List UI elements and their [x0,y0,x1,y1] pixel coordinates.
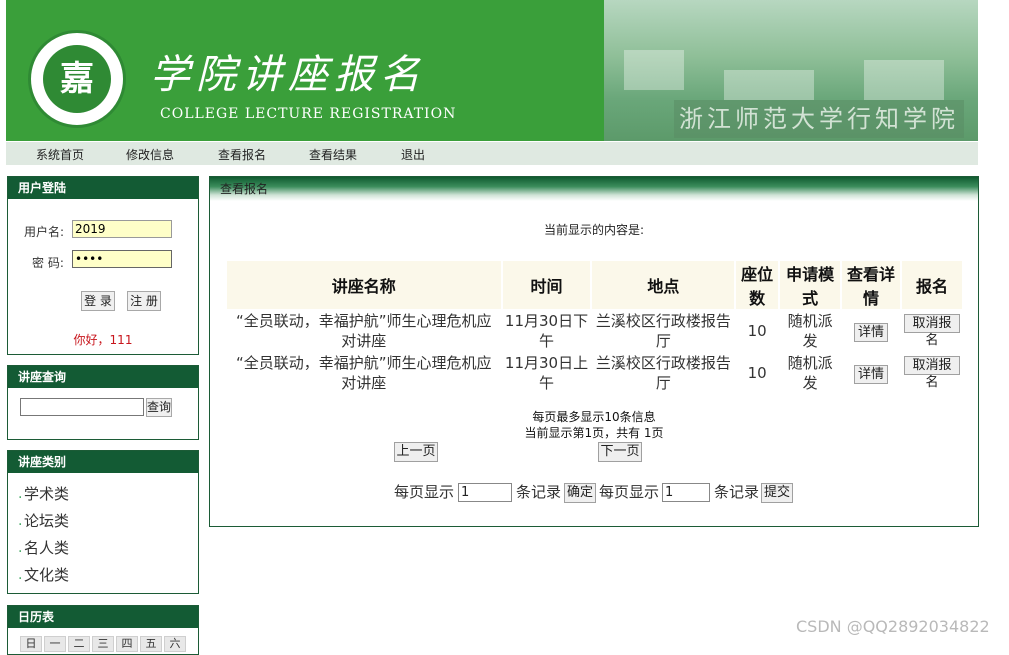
lecture-name: “全员联动，幸福护航”师生心理危机应对讲座 [236,312,492,350]
table-header-row: 讲座名称 时间 地点 座位数 申请模式 查看详情 报名 [227,261,962,309]
detail-button[interactable]: 详情 [854,322,889,342]
lecture-name: “全员联动，幸福护航”师生心理危机应对讲座 [236,354,492,392]
building-shape [624,50,684,90]
campus-photo: 浙江师范大学行知学院 [604,0,978,141]
building-shape [724,70,814,100]
login-heading: 用户登陆 [8,177,198,199]
col-header-mode: 申请模式 [780,261,841,309]
nav-view-results[interactable]: 查看结果 [309,146,357,163]
cancel-signup-button[interactable]: 取消报名 [904,355,960,390]
calendar-weekday: 日 [20,636,42,652]
col-header-place: 地点 [592,261,735,309]
search-input[interactable] [20,398,144,416]
records-label-2: 条记录 [714,483,760,501]
prev-page-button[interactable]: 上一页 [394,442,438,462]
detail-button[interactable]: 详情 [854,364,889,384]
signup-cell: 取消报名 [902,353,962,393]
nav-view-registration[interactable]: 查看报名 [218,146,266,163]
detail-cell: 详情 [842,311,900,351]
detail-cell: 详情 [842,353,900,393]
calendar-weekday: 二 [68,636,90,652]
username-input[interactable]: 2019 [72,220,172,238]
col-header-signup: 报名 [902,261,962,309]
calendar-panel: 日历表 日一二三四五六 [7,605,199,655]
lecture-table: 讲座名称 时间 地点 座位数 申请模式 查看详情 报名 “全员联动，幸福护航”师… [225,259,964,395]
calendar-weekday: 五 [140,636,162,652]
search-heading: 讲座查询 [8,366,198,388]
perpage-input-1[interactable]: 1 [458,483,512,502]
col-header-seats: 座位数 [736,261,779,309]
password-label: 密 码: [32,256,64,270]
calendar-weekdays: 日一二三四五六 [20,636,188,652]
top-nav: 系统首页 修改信息 查看报名 查看结果 退出 [6,142,978,165]
calendar-heading: 日历表 [8,606,198,628]
search-button[interactable]: 查询 [146,398,172,417]
site-subtitle: COLLEGE LECTURE REGISTRATION [160,106,457,122]
lecture-time: 11月30日下午 [504,312,589,350]
current-content-label: 当前显示的内容是: [543,223,645,237]
lecture-place: 兰溪校区行政楼报告厅 [595,354,731,392]
perpage-label-1: 每页显示 [394,483,455,501]
lecture-seats: 10 [747,322,767,340]
calendar-weekday: 一 [44,636,66,652]
lecture-seats: 10 [747,364,767,382]
greeting-text: 你好，111 [73,333,133,347]
calendar-weekday: 四 [116,636,138,652]
watermark: CSDN @QQ2892034822 [796,617,990,636]
perpage-input-2[interactable]: 1 [662,483,710,502]
page-status: 当前显示第1页，共有 1页 [524,426,664,440]
category-heading: 讲座类别 [8,451,198,473]
registration-panel: 查看报名 当前显示的内容是: 讲座名称 时间 地点 座位数 申请模式 查看详情 … [209,176,979,527]
logo-mark: 嘉 [43,45,111,113]
perpage-label-2: 每页显示 [599,483,660,501]
category-item-academic[interactable]: 学术类 [18,481,69,512]
register-button[interactable]: 注 册 [127,291,161,311]
university-logo: 嘉 [28,30,126,128]
cancel-signup-button[interactable]: 取消报名 [904,313,960,348]
lecture-time: 11月30日上午 [504,354,589,392]
records-label-1: 条记录 [516,483,562,501]
lecture-mode: 随机派发 [787,312,833,350]
table-row: “全员联动，幸福护航”师生心理危机应对讲座 11月30日上午 兰溪校区行政楼报告… [227,353,962,393]
category-list: 学术类 论坛类 名人类 文化类 [18,481,69,593]
col-header-detail: 查看详情 [842,261,901,309]
category-item-culture[interactable]: 文化类 [18,562,69,593]
page-max-note: 每页最多显示10条信息 [532,410,656,424]
site-title: 学院讲座报名 [150,52,426,98]
next-page-button[interactable]: 下一页 [598,442,642,462]
campus-sign: 浙江师范大学行知学院 [674,100,964,138]
category-item-forum[interactable]: 论坛类 [18,508,69,539]
building-shape [864,60,944,100]
login-panel: 用户登陆 用户名: 2019 密 码: •••• 登 录 注 册 你好，111 [7,176,199,355]
nav-edit-info[interactable]: 修改信息 [126,146,174,163]
category-item-celebrity[interactable]: 名人类 [18,535,69,566]
header-banner: 嘉 学院讲座报名 COLLEGE LECTURE REGISTRATION 浙江… [6,0,978,141]
nav-home[interactable]: 系统首页 [36,146,84,163]
col-header-time: 时间 [502,261,591,309]
lecture-place: 兰溪校区行政楼报告厅 [595,312,731,350]
category-panel: 讲座类别 学术类 论坛类 名人类 文化类 [7,450,199,594]
registration-heading: 查看报名 [210,177,978,201]
nav-logout[interactable]: 退出 [401,146,425,163]
submit-button[interactable]: 提交 [761,483,793,503]
table-row: “全员联动，幸福护航”师生心理危机应对讲座 11月30日下午 兰溪校区行政楼报告… [227,311,962,351]
login-button[interactable]: 登 录 [81,291,115,311]
calendar-weekday: 六 [164,636,186,652]
calendar-weekday: 三 [92,636,114,652]
lecture-mode: 随机派发 [787,354,833,392]
confirm-button[interactable]: 确定 [564,483,596,503]
search-panel: 讲座查询 查询 [7,365,199,440]
username-label: 用户名: [24,225,65,239]
col-header-name: 讲座名称 [227,261,501,309]
password-input[interactable]: •••• [72,250,172,268]
signup-cell: 取消报名 [902,311,962,351]
